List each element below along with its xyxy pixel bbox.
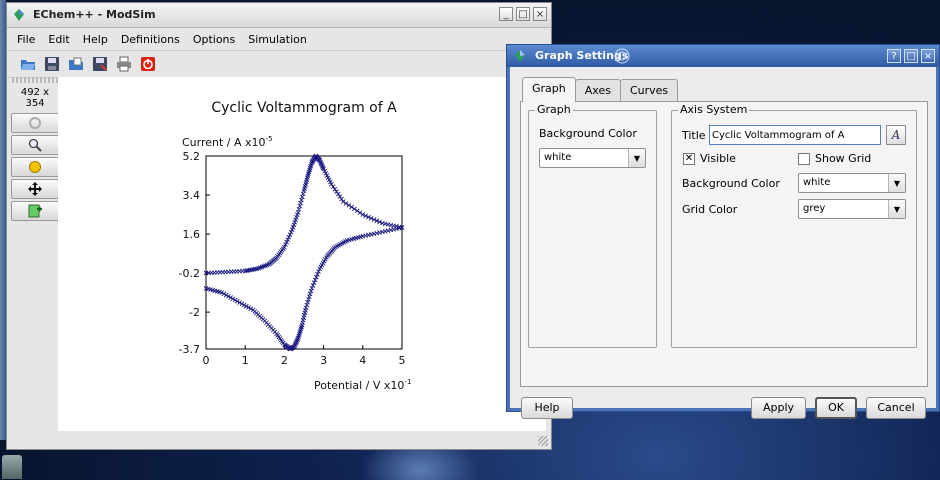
menu-file[interactable]: File: [13, 33, 44, 46]
close-icon[interactable]: ×: [533, 7, 547, 21]
title-field[interactable]: [709, 125, 884, 145]
close-icon[interactable]: ×: [921, 49, 935, 63]
help-button[interactable]: Help: [521, 397, 573, 419]
menu-help[interactable]: Help: [79, 33, 117, 46]
move-icon[interactable]: [11, 179, 59, 199]
graph-tab-panel: Graph Background Color white ▼ Axis Syst…: [520, 101, 928, 387]
menu-edit[interactable]: Edit: [44, 33, 78, 46]
window-title: EChem++ - ModSim: [33, 8, 156, 21]
grid-color-select[interactable]: grey ▼: [798, 199, 906, 219]
axis-bg-color-value: white: [803, 177, 831, 188]
menubar: File Edit Help Definitions Options Simul…: [7, 28, 551, 50]
y-tick-label: -0.2: [179, 267, 200, 280]
open-folder-icon[interactable]: [19, 55, 37, 73]
tab-graph[interactable]: Graph: [522, 77, 576, 102]
graph-settings-dialog: Graph Settings ? □ × Graph Axes Curves G…: [506, 44, 940, 419]
save-as-icon[interactable]: [91, 55, 109, 73]
x-tick-label: 5: [399, 354, 406, 367]
dialog-body: Graph Axes Curves Graph Background Color…: [510, 67, 936, 419]
toolbar-grip[interactable]: [12, 77, 58, 83]
resize-grip[interactable]: [538, 436, 548, 446]
dialog-titlebar[interactable]: Graph Settings ? □ ×: [507, 45, 939, 67]
axis-system-group: Axis System Title A ✕ Visible Show Grid …: [671, 103, 917, 348]
app-icon: [14, 9, 24, 21]
x-tick-label: 2: [281, 354, 288, 367]
y-tick-label: 5.2: [183, 150, 201, 163]
title-input[interactable]: [710, 126, 884, 144]
point-tool-icon[interactable]: [11, 157, 59, 177]
cancel-button[interactable]: Cancel: [866, 397, 926, 419]
add-curve-icon[interactable]: [11, 201, 59, 221]
axis-bg-label: Background Color: [682, 177, 780, 190]
plot-canvas[interactable]: Cyclic Voltammogram of A Current / A x10…: [58, 77, 546, 431]
y-axis-label: Current / A x10-5: [182, 135, 273, 149]
chevron-down-icon[interactable]: ▼: [888, 200, 905, 218]
font-icon[interactable]: A: [886, 125, 906, 145]
visible-checkbox[interactable]: ✕: [683, 153, 695, 165]
trash-icon[interactable]: [2, 455, 22, 479]
save-icon[interactable]: [43, 55, 61, 73]
app-icon: [515, 50, 525, 62]
grid-color-label: Grid Color: [682, 203, 738, 216]
spiral-decoration-icon: [614, 48, 630, 64]
graph-bg-label: Background Color: [539, 127, 637, 140]
main-toolbar: [7, 50, 551, 78]
maximize-icon[interactable]: □: [516, 7, 530, 21]
refresh-icon[interactable]: [11, 113, 59, 133]
x-tick-label: 4: [359, 354, 366, 367]
side-toolbar: 492 x 354: [10, 77, 60, 223]
menu-simulation[interactable]: Simulation: [244, 33, 316, 46]
quit-icon[interactable]: [139, 55, 157, 73]
x-tick-label: 0: [203, 354, 210, 367]
cyclic-voltammogram-chart: Cyclic Voltammogram of A Current / A x10…: [179, 100, 412, 392]
tab-bar: Graph Axes Curves: [522, 77, 679, 104]
menu-options[interactable]: Options: [189, 33, 244, 46]
main-window-titlebar[interactable]: EChem++ - ModSim _ □ ×: [7, 3, 551, 28]
menu-definitions[interactable]: Definitions: [117, 33, 189, 46]
grid-color-value: grey: [803, 203, 826, 214]
open-file-icon[interactable]: [67, 55, 85, 73]
apply-button[interactable]: Apply: [751, 397, 806, 419]
graph-group-title: Graph: [535, 103, 573, 116]
chart-title: Cyclic Voltammogram of A: [211, 100, 397, 116]
x-axis-label: Potential / V x10-1: [314, 378, 411, 392]
minimize-icon[interactable]: _: [499, 7, 513, 21]
chevron-down-icon[interactable]: ▼: [628, 149, 645, 167]
axis-bg-color-select[interactable]: white ▼: [798, 173, 906, 193]
chevron-down-icon[interactable]: ▼: [888, 174, 905, 192]
print-icon[interactable]: [115, 55, 133, 73]
graph-bg-color-value: white: [544, 152, 572, 163]
help-icon[interactable]: ?: [887, 49, 901, 63]
x-tick-label: 1: [242, 354, 249, 367]
zoom-icon[interactable]: [11, 135, 59, 155]
canvas-size-label: 492 x 354: [20, 87, 50, 109]
y-tick-label: -2: [189, 306, 200, 319]
y-tick-label: 1.6: [183, 228, 201, 241]
main-window: EChem++ - ModSim _ □ × File Edit Help De…: [6, 2, 552, 450]
graph-bg-color-select[interactable]: white ▼: [539, 148, 646, 168]
graph-group: Graph Background Color white ▼: [528, 103, 657, 348]
show-grid-checkbox[interactable]: [798, 153, 810, 165]
visible-label: Visible: [700, 152, 736, 165]
y-tick-label: 3.4: [183, 189, 201, 202]
maximize-icon[interactable]: □: [904, 49, 918, 63]
x-tick-label: 3: [320, 354, 327, 367]
ok-button[interactable]: OK: [815, 397, 857, 419]
title-label: Title: [682, 129, 706, 142]
y-tick-label: -3.7: [179, 343, 200, 356]
show-grid-label: Show Grid: [815, 152, 872, 165]
axis-group-title: Axis System: [678, 103, 750, 116]
